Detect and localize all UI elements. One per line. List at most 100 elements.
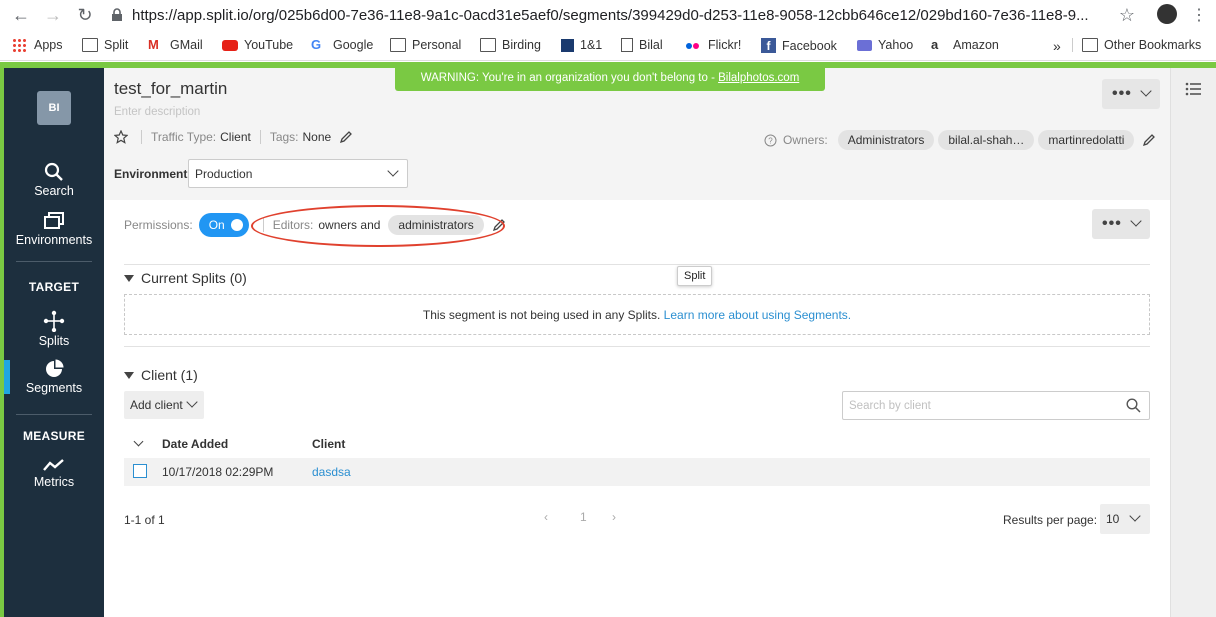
next-page-icon[interactable]: ›	[612, 510, 616, 524]
edit-tags-icon[interactable]	[339, 130, 353, 144]
bookmarks-overflow-icon[interactable]: »	[1053, 38, 1061, 54]
bookmark-youtube[interactable]: YouTube	[222, 38, 293, 52]
environment-select[interactable]: Production	[188, 159, 408, 188]
client-section-toggle[interactable]: Client (1)	[124, 367, 198, 383]
flickr-icon	[686, 38, 702, 52]
nav-section-measure: MEASURE	[22, 429, 86, 443]
browser-menu-icon[interactable]: ⋮	[1188, 4, 1210, 26]
nav-label: Search	[34, 184, 74, 198]
yahoo-icon	[857, 39, 872, 51]
bookmark-label: Flickr!	[708, 38, 742, 52]
bookmark-birding[interactable]: Birding	[480, 38, 541, 52]
permissions-toggle[interactable]: On	[198, 213, 249, 237]
column-header-date[interactable]: Date Added	[162, 437, 228, 451]
forward-icon[interactable]: →	[42, 4, 64, 26]
tags-label: Tags:	[269, 130, 299, 144]
learn-more-link[interactable]: Learn more about using Segments.	[664, 308, 851, 322]
nav-label: Metrics	[33, 475, 75, 489]
segment-meta: Traffic Type: Client Tags: None	[114, 130, 353, 144]
bookmark-label: GMail	[170, 38, 203, 52]
empty-text: This segment is not being used in any Sp…	[422, 308, 664, 322]
edit-owners-icon[interactable]	[1142, 133, 1156, 147]
chevron-down-icon	[186, 396, 198, 408]
bookmark-split[interactable]: Split	[82, 38, 128, 52]
bookmark-other[interactable]: Other Bookmarks	[1072, 38, 1201, 52]
segment-header: WARNING: You're in an organization you d…	[104, 68, 1170, 200]
back-icon[interactable]: ←	[10, 4, 32, 26]
segment-title[interactable]: test_for_martin	[114, 79, 227, 99]
row-client-link[interactable]: dasdsa	[312, 465, 351, 479]
url-text: https://app.split.io/org/025b6d00-7e36-1…	[132, 6, 1089, 24]
nav-segments[interactable]: Segments	[4, 359, 104, 395]
chevron-down-icon	[387, 165, 399, 177]
url-field[interactable]: https://app.split.io/org/025b6d00-7e36-1…	[110, 2, 1150, 28]
pagination-range: 1-1 of 1	[124, 513, 165, 527]
help-icon[interactable]: ?	[764, 134, 777, 147]
bookmark-label: Birding	[502, 38, 541, 52]
nav-divider	[16, 414, 92, 415]
results-per-page-value: 10	[1106, 512, 1120, 526]
segments-icon	[46, 359, 64, 377]
youtube-icon	[222, 39, 238, 51]
nav-metrics[interactable]: Metrics	[4, 457, 104, 489]
document-icon	[621, 38, 633, 52]
bookmark-bilal[interactable]: Bilal	[621, 38, 663, 52]
caret-down-icon	[124, 371, 134, 379]
splits-icon	[43, 310, 65, 332]
search-placeholder: Search by client	[849, 400, 931, 412]
client-section-title: Client (1)	[141, 367, 198, 383]
bookmark-apps[interactable]: Apps	[12, 38, 63, 52]
annotation-circle	[251, 205, 505, 247]
nav-label: Splits	[38, 334, 70, 348]
add-client-label: Add client	[130, 398, 183, 412]
search-icon	[44, 162, 63, 181]
svg-text:?: ?	[768, 136, 773, 145]
google-icon: G	[311, 37, 322, 52]
client-search-input[interactable]: Search by client	[842, 391, 1150, 420]
toggle-knob	[230, 219, 243, 231]
bookmark-facebook[interactable]: f Facebook	[761, 38, 837, 53]
description-field[interactable]: Enter description	[114, 106, 200, 118]
permissions-more-button[interactable]: •••	[1092, 209, 1150, 239]
nav-label: Environments	[15, 233, 93, 247]
bookmark-label: Split	[104, 38, 129, 52]
nav-environments[interactable]: Environments	[4, 211, 104, 247]
permissions-label: Permissions:	[124, 218, 193, 232]
row-checkbox[interactable]	[133, 464, 147, 478]
results-per-page-label: Results per page:	[1003, 513, 1098, 527]
bookmark-1and1[interactable]: 1&1	[561, 38, 602, 52]
bookmark-google[interactable]: G Google	[311, 37, 373, 53]
more-icon: •••	[1102, 215, 1122, 232]
bookmark-star-icon[interactable]: ☆	[1116, 4, 1138, 26]
search-icon[interactable]	[1126, 398, 1141, 413]
column-header-client[interactable]: Client	[312, 437, 345, 451]
org-avatar[interactable]: BI	[37, 91, 71, 125]
profile-avatar[interactable]	[1157, 4, 1177, 24]
warning-org-link[interactable]: Bilalphotos.com	[718, 72, 799, 84]
bookmark-amazon[interactable]: a Amazon	[931, 38, 999, 53]
results-per-page-select[interactable]: 10	[1100, 504, 1150, 534]
bookmark-personal[interactable]: Personal	[390, 38, 461, 52]
header-more-button[interactable]: •••	[1102, 79, 1160, 109]
bookmark-yahoo[interactable]: Yahoo	[857, 38, 913, 52]
table-row	[124, 458, 1150, 486]
current-splits-toggle[interactable]: Current Splits (0)	[124, 270, 247, 286]
bookmark-label: YouTube	[244, 38, 294, 52]
select-all-chevron-icon[interactable]	[133, 436, 144, 447]
prev-page-icon[interactable]: ‹	[544, 510, 548, 524]
environment-value: Production	[195, 167, 253, 181]
environment-label: Environment	[114, 167, 188, 181]
bookmark-label: 1&1	[580, 38, 603, 52]
reload-icon[interactable]: ↻	[74, 4, 96, 26]
bookmark-gmail[interactable]: M GMail	[148, 38, 203, 53]
nav-splits[interactable]: Splits	[4, 310, 104, 348]
add-client-button[interactable]: Add client	[124, 391, 204, 419]
bookmark-flickr[interactable]: Flickr!	[686, 38, 741, 52]
bookmark-label: Apps	[34, 38, 63, 52]
oneandone-icon	[561, 38, 574, 52]
page-number[interactable]: 1	[580, 510, 587, 524]
nav-search[interactable]: Search	[4, 162, 104, 198]
star-icon[interactable]	[114, 130, 128, 144]
browser-address-bar: ← → ↻ https://app.split.io/org/025b6d00-…	[0, 0, 1216, 30]
list-icon[interactable]	[1185, 82, 1201, 96]
